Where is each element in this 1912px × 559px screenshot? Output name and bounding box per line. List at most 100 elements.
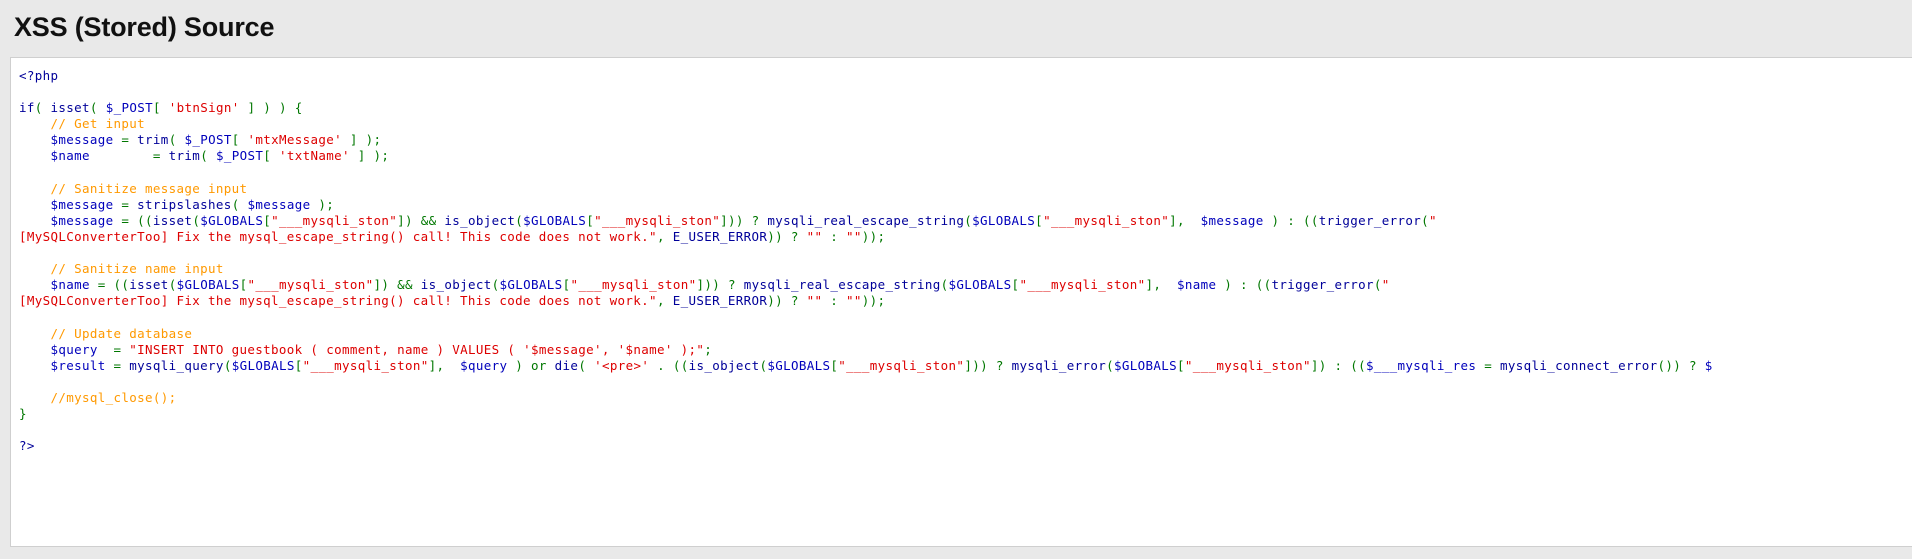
code-token-punct: = <box>97 341 130 357</box>
code-token-punct: ( <box>515 212 524 228</box>
code-token-punct: ( <box>964 212 973 228</box>
code-token-keyword: mysqli_real_escape_string <box>767 212 965 228</box>
code-token-comment: //mysql_close(); <box>50 389 177 405</box>
code-token-string: "___mysqli_ston" <box>838 357 965 373</box>
code-token-keyword: mysqli_real_escape_string <box>743 277 941 293</box>
code-token-punct: )); <box>861 293 886 309</box>
code-token-punct: [ <box>586 212 595 228</box>
code-token-tag: <?php <box>19 68 59 83</box>
code-token-keyword: isset <box>129 277 169 293</box>
code-line: <?php <box>19 68 58 83</box>
code-token-string: 'txtName' <box>278 148 350 164</box>
code-token-punct: = <box>89 148 169 164</box>
code-token-tag: ?> <box>19 438 35 454</box>
code-token-punct: ( <box>223 357 232 373</box>
code-token-keyword: mysqli_error <box>1011 357 1107 373</box>
code-line: $message = trim( $_POST[ 'mtxMessage' ] … <box>19 132 382 148</box>
code-token-string: "___mysqli_ston" <box>1184 357 1311 373</box>
code-line: if( isset( $_POST[ 'btnSign' ] ) ) { <box>19 100 303 115</box>
code-token-var: $name <box>50 277 90 293</box>
code-token-punct: = <box>1476 357 1500 373</box>
code-token-var: $GLOBALS <box>176 277 240 293</box>
code-line: // Sanitize name input <box>19 261 224 276</box>
code-token-var: $GLOBALS <box>1113 357 1177 373</box>
code-token-keyword: trigger_error <box>1271 277 1374 293</box>
code-token-var: $___mysqli_res <box>1366 357 1477 373</box>
code-token-keyword: is_object <box>444 212 516 228</box>
code-token-var: $name <box>1176 277 1217 293</box>
code-token-string: "___mysqli_ston" <box>271 212 398 228</box>
code-token-var: $GLOBALS <box>231 357 295 373</box>
code-token-punct: ] ); <box>342 132 382 148</box>
code-token-string: [MySQLConverterToo] Fix the mysql_escape… <box>19 293 657 309</box>
code-token-punct: ) : (( <box>1216 277 1272 293</box>
code-token-punct: ], <box>1169 212 1201 228</box>
code-token-keyword: die <box>554 357 579 373</box>
code-token-punct: ; <box>704 341 713 357</box>
code-token-var: $GLOBALS <box>948 277 1012 293</box>
page-title: XSS (Stored) Source <box>0 0 1912 57</box>
code-line: // Update database <box>19 326 192 341</box>
code-token-string: "___mysqli_ston" <box>247 277 374 293</box>
code-token-string: "" <box>806 293 823 309</box>
code-token-punct: : <box>822 228 847 244</box>
code-token-var: $message <box>1200 212 1264 228</box>
code-token-punct: [ <box>263 212 272 228</box>
code-token-string: '<pre>' <box>594 357 650 373</box>
code-line: $name = trim( $_POST[ 'txtName' ] ); <box>19 148 389 163</box>
page-root: XSS (Stored) Source <?php if( isset( $_P… <box>0 0 1912 559</box>
code-token-comment: // Sanitize message input <box>50 180 248 196</box>
code-token-comment: // Sanitize name input <box>50 261 224 277</box>
code-token-punct: ( <box>231 196 248 212</box>
code-token-punct: ( <box>1373 277 1382 293</box>
code-token-punct: [ <box>263 148 279 164</box>
code-token-keyword: if <box>19 100 35 116</box>
code-token-keyword: trigger_error <box>1318 212 1422 228</box>
code-token-string: "___mysqli_ston" <box>570 277 697 293</box>
code-token-punct: ]) && <box>397 212 445 228</box>
code-line: [MySQLConverterToo] Fix the mysql_escape… <box>19 229 885 244</box>
code-token-var: $GLOBALS <box>767 357 831 373</box>
code-token-var: $ <box>1704 357 1713 373</box>
code-token-punct: ])) ? <box>696 277 744 293</box>
code-token-keyword: mysqli_connect_error <box>1499 357 1658 373</box>
code-token-punct: [ <box>1177 357 1185 373</box>
code-token-keyword: stripslashes <box>137 196 232 212</box>
code-token-var: $GLOBALS <box>499 277 563 293</box>
code-token-punct: ( <box>1421 212 1430 228</box>
code-token-var: $GLOBALS <box>523 212 587 228</box>
code-token-punct: ] ) ) { <box>239 100 303 116</box>
code-token-punct: ])) ? <box>964 357 1012 373</box>
code-token-punct: ()) ? <box>1657 357 1705 373</box>
code-token-punct: = <box>105 357 130 373</box>
code-line: $message = stripslashes( $message ); <box>19 197 334 212</box>
code-line: $name = ((isset($GLOBALS["___mysqli_ston… <box>19 277 1390 292</box>
code-token-punct: ( <box>168 277 177 293</box>
code-token-var: $_POST <box>184 132 232 148</box>
code-token-string: [MySQLConverterToo] Fix the mysql_escape… <box>19 228 657 244</box>
code-token-var: $name <box>50 148 90 164</box>
code-line: // Sanitize message input <box>19 180 248 196</box>
code-token-punct: )) ? <box>767 293 807 309</box>
code-token-string: "" <box>846 293 862 309</box>
code-token-punct: ])) ? <box>720 212 768 228</box>
code-line: //mysql_close(); <box>19 390 177 405</box>
code-token-punct: ( <box>491 277 500 293</box>
code-token-keyword: isset <box>152 212 193 228</box>
code-token-var: $GLOBALS <box>972 212 1036 228</box>
code-token-punct: ( <box>168 132 185 148</box>
code-token-punct: ], <box>428 357 461 373</box>
code-token-keyword: isset <box>50 100 90 116</box>
code-token-punct: = <box>113 196 138 212</box>
code-token-punct: ( <box>89 100 106 116</box>
code-token-punct: : <box>822 293 847 309</box>
code-token-keyword: E_USER_ERROR <box>672 228 768 244</box>
code-token-punct: = (( <box>113 212 153 228</box>
code-token-keyword: is_object <box>420 277 492 293</box>
code-token-var: $query <box>50 341 98 357</box>
code-token-punct: } <box>19 405 27 421</box>
code-token-punct: ( <box>578 357 595 373</box>
code-token-string: "___mysqli_ston" <box>1019 277 1146 293</box>
code-line: $query = "INSERT INTO guestbook ( commen… <box>19 342 712 357</box>
code-token-punct: ( <box>200 148 216 164</box>
